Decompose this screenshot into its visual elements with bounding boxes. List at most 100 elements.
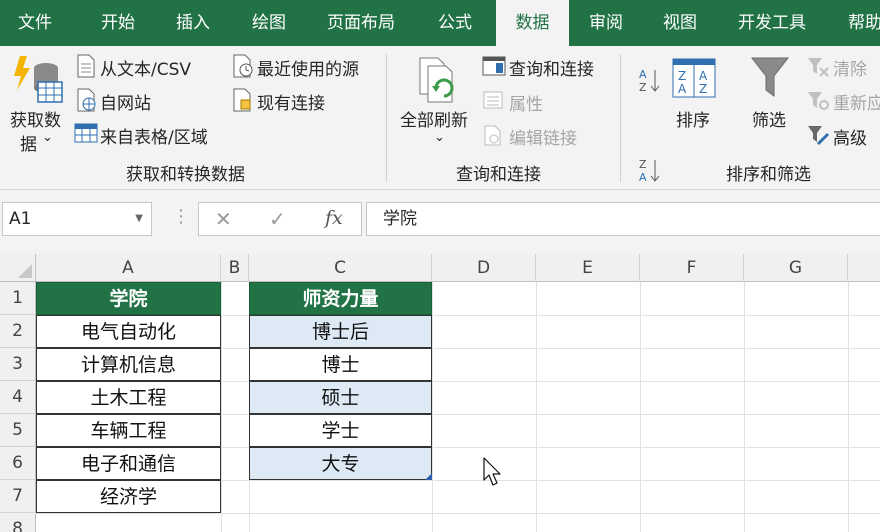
gridline [848, 282, 849, 532]
tab-page-layout[interactable]: 页面布局 [327, 0, 395, 46]
gridline [536, 282, 537, 532]
cancel-icon[interactable]: ✕ [215, 207, 232, 231]
cell-c3[interactable]: 博士 [249, 348, 432, 381]
clear-label: 清除 [833, 60, 867, 80]
group-title-sort-filter: 排序和筛选 [726, 165, 811, 185]
cell-a6[interactable]: 电子和通信 [36, 447, 221, 480]
queries-icon [482, 56, 506, 76]
column-header-b[interactable]: B [221, 254, 249, 282]
ribbon-data: 获取数 据 ⌄ 从文本/CSV 自网站 来自表格/区域 最近使用的源 现有连接 … [0, 46, 880, 190]
tab-help[interactable]: 帮助 [848, 0, 880, 46]
gridline [744, 282, 745, 532]
drag-handle-icon[interactable]: ⋮ [172, 206, 190, 227]
cell-a3[interactable]: 计算机信息 [36, 348, 221, 381]
svg-text:A: A [678, 82, 687, 96]
cell-c2[interactable]: 博士后 [249, 315, 432, 348]
row-header-7[interactable]: 7 [0, 480, 36, 513]
clear-filter-icon [808, 58, 829, 77]
column-header-d[interactable]: D [432, 254, 536, 282]
tab-home[interactable]: 开始 [101, 0, 135, 46]
advanced-filter-icon [808, 126, 830, 146]
gridline [432, 282, 433, 532]
gridline [640, 282, 641, 532]
cell-c1[interactable]: 师资力量 [249, 282, 432, 315]
sort-dialog-icon: Z A A Z [672, 58, 716, 98]
formula-buttons: ✕ ✓ fx [198, 202, 362, 236]
connections-icon [233, 88, 251, 112]
tab-developer[interactable]: 开发工具 [738, 0, 806, 46]
row-header-5[interactable]: 5 [0, 414, 36, 447]
properties-label: 属性 [509, 95, 543, 115]
group-title-get-transform: 获取和转换数据 [126, 165, 245, 185]
reapply-icon [808, 92, 829, 110]
row-header-1[interactable]: 1 [0, 282, 36, 315]
name-box-value: A1 [9, 209, 32, 229]
group-title-queries: 查询和连接 [456, 165, 541, 185]
formula-input[interactable]: 学院 [366, 202, 880, 236]
tab-data[interactable]: 数据 [496, 0, 569, 46]
filter-funnel-icon [750, 57, 790, 97]
cell-c6[interactable]: 大专 [249, 447, 432, 480]
web-page-icon [77, 88, 96, 112]
tab-formulas[interactable]: 公式 [438, 0, 472, 46]
column-header-c[interactable]: C [249, 254, 432, 282]
tab-view[interactable]: 视图 [663, 0, 697, 46]
formula-bar: A1 ▼ ⋮ ✕ ✓ fx 学院 [0, 190, 880, 254]
svg-text:A: A [639, 68, 647, 81]
select-all-button[interactable] [0, 254, 36, 282]
sort-za-icon: Z A [639, 158, 660, 184]
filter-label: 筛选 [752, 111, 786, 131]
table-resize-handle-icon[interactable] [425, 473, 432, 480]
row-header-3[interactable]: 3 [0, 348, 36, 381]
worksheet-grid: A B C D E F G 1 2 3 4 5 6 7 8 学院 电气自动化 计… [0, 254, 880, 532]
recent-sources-icon [233, 54, 253, 78]
svg-text:Z: Z [639, 158, 647, 171]
tab-file[interactable]: 文件 [18, 0, 52, 46]
cell-a2[interactable]: 电气自动化 [36, 315, 221, 348]
queries-connections-label: 查询和连接 [509, 60, 594, 80]
from-web-label: 自网站 [100, 94, 151, 114]
column-header-f[interactable]: F [640, 254, 744, 282]
gridline [221, 282, 222, 532]
row-header-8[interactable]: 8 [0, 513, 36, 532]
svg-text:Z: Z [639, 81, 647, 94]
tab-review[interactable]: 审阅 [589, 0, 623, 46]
existing-connections-label: 现有连接 [257, 94, 325, 114]
excel-window: { "tabs": ["文件", "开始", "插入", "绘图", "页面布局… [0, 0, 880, 532]
svg-text:A: A [639, 171, 647, 184]
insert-function-icon[interactable]: fx [325, 207, 343, 229]
cell-a5[interactable]: 车辆工程 [36, 414, 221, 447]
column-header-g[interactable]: G [744, 254, 848, 282]
tab-draw[interactable]: 绘图 [252, 0, 286, 46]
sort-label: 排序 [676, 111, 710, 131]
enter-icon[interactable]: ✓ [269, 207, 286, 231]
get-data-label-1: 获取数 [10, 111, 61, 131]
reapply-label: 重新应 [833, 94, 880, 114]
column-header-h[interactable] [848, 254, 880, 282]
table-icon [74, 123, 98, 143]
cell-a7[interactable]: 经济学 [36, 480, 221, 513]
refresh-all-label: 全部刷新 [400, 111, 468, 131]
chevron-down-icon[interactable]: ▼ [135, 203, 143, 235]
row-header-2[interactable]: 2 [0, 315, 36, 348]
cell-c5[interactable]: 学士 [249, 414, 432, 447]
column-header-e[interactable]: E [536, 254, 640, 282]
svg-text:A: A [699, 69, 708, 83]
refresh-icon [419, 57, 454, 103]
row-header-6[interactable]: 6 [0, 447, 36, 480]
tab-insert[interactable]: 插入 [176, 0, 210, 46]
from-text-csv-label: 从文本/CSV [100, 60, 192, 80]
cell-c4[interactable]: 硕士 [249, 381, 432, 414]
database-icon [14, 56, 63, 103]
cell-a1[interactable]: 学院 [36, 282, 221, 315]
sort-az-icon: A Z [639, 68, 660, 94]
ribbon-tab-bar: 文件 开始 插入 绘图 页面布局 公式 数据 审阅 视图 开发工具 帮助 [0, 0, 880, 46]
group-separator [620, 54, 621, 182]
row-header-4[interactable]: 4 [0, 381, 36, 414]
mouse-cursor-icon [483, 457, 501, 486]
name-box[interactable]: A1 ▼ [2, 202, 152, 236]
recent-sources-label: 最近使用的源 [257, 60, 359, 80]
column-header-a[interactable]: A [36, 254, 221, 282]
group-separator [386, 54, 387, 182]
cell-a4[interactable]: 土木工程 [36, 381, 221, 414]
